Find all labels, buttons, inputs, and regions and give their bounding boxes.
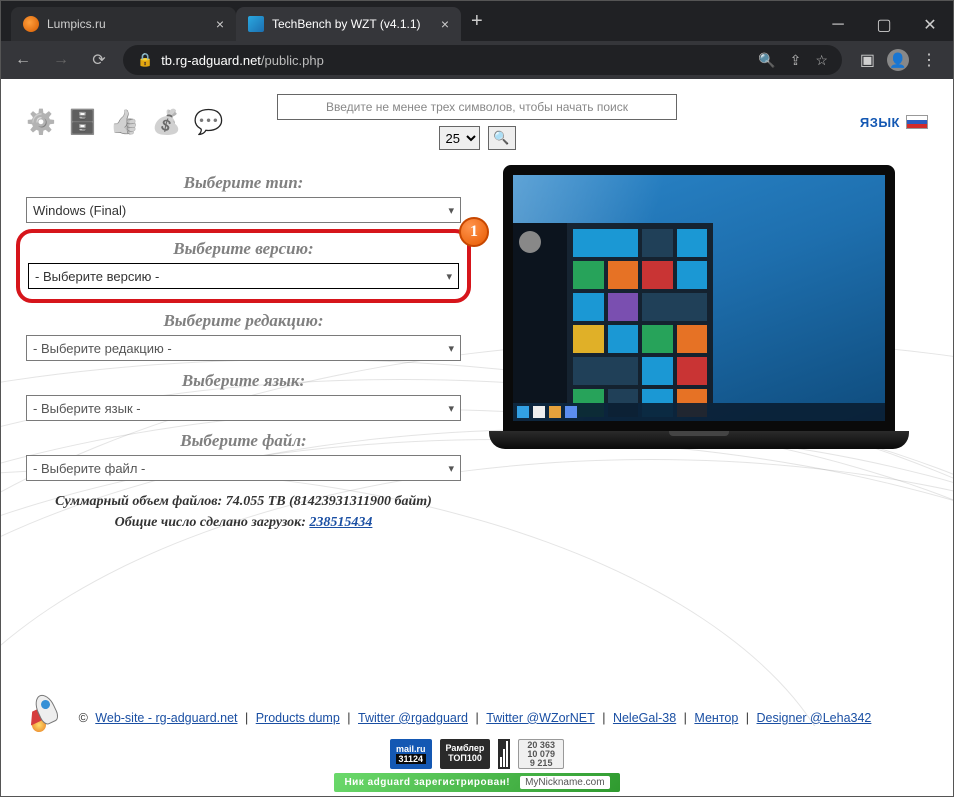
bars-icon (498, 739, 510, 769)
select-edition[interactable]: - Выберите редакцию - (26, 335, 461, 361)
minimize-button[interactable]: ─ (815, 9, 861, 41)
select-version[interactable]: - Выберите версию - (28, 263, 459, 289)
select-lang-label: Выберите язык: (26, 371, 461, 391)
favicon-lumpics (23, 16, 39, 32)
back-button[interactable]: ← (9, 51, 37, 69)
foot-link-twitter-rg[interactable]: Twitter @rgadguard (358, 711, 468, 725)
foot-link-website[interactable]: Web-site - rg-adguard.net (95, 711, 237, 725)
select-edition-label: Выберите редакцию: (26, 311, 461, 331)
close-tab-icon[interactable]: × (216, 16, 224, 32)
start-menu-illustration (513, 223, 713, 403)
language-switch[interactable]: ЯЗЫК (860, 115, 928, 130)
reload-button[interactable]: ⟳ (85, 50, 113, 70)
select-version-label: Выберите версию: (28, 239, 459, 259)
share-icon[interactable]: ⇪ (790, 52, 802, 69)
foot-link-twitter-wz[interactable]: Twitter @WZorNET (486, 711, 595, 725)
counter-badges: mail.ru 31124 Рамблер ТОП100 20 363 10 0… (1, 739, 953, 769)
tab2-title: TechBench by WZT (v4.1.1) (272, 17, 421, 31)
search-input[interactable]: Введите не менее трех символов, чтобы на… (277, 94, 677, 120)
database-icon[interactable]: 🗄️ (68, 108, 98, 137)
foot-link-mentor[interactable]: Ментор (694, 711, 738, 725)
titlebar: Lumpics.ru × TechBench by WZT (v4.1.1) ×… (1, 1, 953, 41)
favicon-techbench (248, 16, 264, 32)
select-edition-group: Выберите редакцию: - Выберите редакцию - (26, 311, 461, 361)
money-bag-icon[interactable]: 💰 (152, 108, 182, 137)
select-lang-group: Выберите язык: - Выберите язык - (26, 371, 461, 421)
close-tab-icon[interactable]: × (441, 16, 449, 32)
maximize-button[interactable]: ▢ (861, 9, 907, 41)
footer: © Web-site - rg-adguard.net | Products d… (1, 702, 953, 796)
url-path: /public.php (261, 53, 324, 68)
window-buttons: ─ ▢ ✕ (815, 9, 953, 41)
tab1-title: Lumpics.ru (47, 17, 106, 31)
rambler-badge[interactable]: Рамблер ТОП100 (440, 739, 491, 769)
page-content: ⚙️ 🗄️ 👍 💰 💬 Введите не менее трех символ… (1, 79, 953, 796)
address-bar: ← → ⟳ 🔒 tb.rg-adguard.net/public.php 🔍 ⇪… (1, 41, 953, 79)
flag-ru-icon (906, 115, 928, 129)
top-tool-icons: ⚙️ 🗄️ 👍 💰 💬 (26, 108, 223, 137)
url-box[interactable]: 🔒 tb.rg-adguard.net/public.php 🔍 ⇪ ☆ (123, 45, 842, 75)
url-host: tb.rg-adguard.net (161, 53, 261, 68)
zoom-icon[interactable]: 🔍 (758, 52, 775, 69)
foot-link-designer[interactable]: Designer @Leha342 (757, 711, 872, 725)
extensions-icon[interactable]: ▣ (860, 50, 875, 70)
thumbs-up-icon[interactable]: 👍 (110, 108, 140, 137)
select-lang[interactable]: - Выберите язык - (26, 395, 461, 421)
foot-link-products[interactable]: Products dump (256, 711, 340, 725)
star-icon[interactable]: ☆ (815, 52, 828, 69)
select-file-group: Выберите файл: - Выберите файл - (26, 431, 461, 481)
help-icon[interactable]: 💬 (194, 108, 224, 137)
stats-block: Суммарный объем файлов: 74.055 TB (81423… (26, 491, 461, 533)
footer-links: © Web-site - rg-adguard.net | Products d… (1, 702, 953, 735)
laptop-illustration (489, 165, 909, 455)
search-button[interactable]: 🔍 (488, 126, 516, 150)
nickname-badge[interactable]: Ник adguard зарегистрирован! MyNickname.… (334, 773, 619, 792)
gear-icon[interactable]: ⚙️ (26, 108, 56, 137)
profile-avatar[interactable]: 👤 (887, 49, 909, 71)
kebab-menu-icon[interactable]: ⋮ (921, 50, 937, 70)
liveinternet-badge[interactable]: 20 363 10 079 9 215 (518, 739, 564, 769)
lock-icon: 🔒 (137, 52, 153, 68)
new-tab-button[interactable]: + (461, 6, 493, 37)
browser-tab-techbench[interactable]: TechBench by WZT (v4.1.1) × (236, 7, 461, 41)
highlighted-version-group: 1 Выберите версию: - Выберите версию - (16, 229, 471, 303)
select-file-label: Выберите файл: (26, 431, 461, 451)
select-type[interactable]: Windows (Final) (26, 197, 461, 223)
select-file[interactable]: - Выберите файл - (26, 455, 461, 481)
foot-link-nelegal[interactable]: NeleGal-38 (613, 711, 676, 725)
page-size-select[interactable]: 25 (439, 126, 480, 150)
forward-button[interactable]: → (47, 51, 75, 69)
search-placeholder: Введите не менее трех символов, чтобы на… (326, 100, 628, 114)
browser-tab-lumpics[interactable]: Lumpics.ru × (11, 7, 236, 41)
select-type-label: Выберите тип: (26, 173, 461, 193)
mailru-badge[interactable]: mail.ru 31124 (390, 739, 432, 769)
select-type-group: Выберите тип: Windows (Final) (26, 173, 461, 223)
close-window-button[interactable]: ✕ (907, 9, 953, 41)
downloads-link[interactable]: 238515434 (309, 515, 372, 530)
language-label: ЯЗЫК (860, 115, 900, 130)
callout-badge: 1 (459, 217, 489, 247)
